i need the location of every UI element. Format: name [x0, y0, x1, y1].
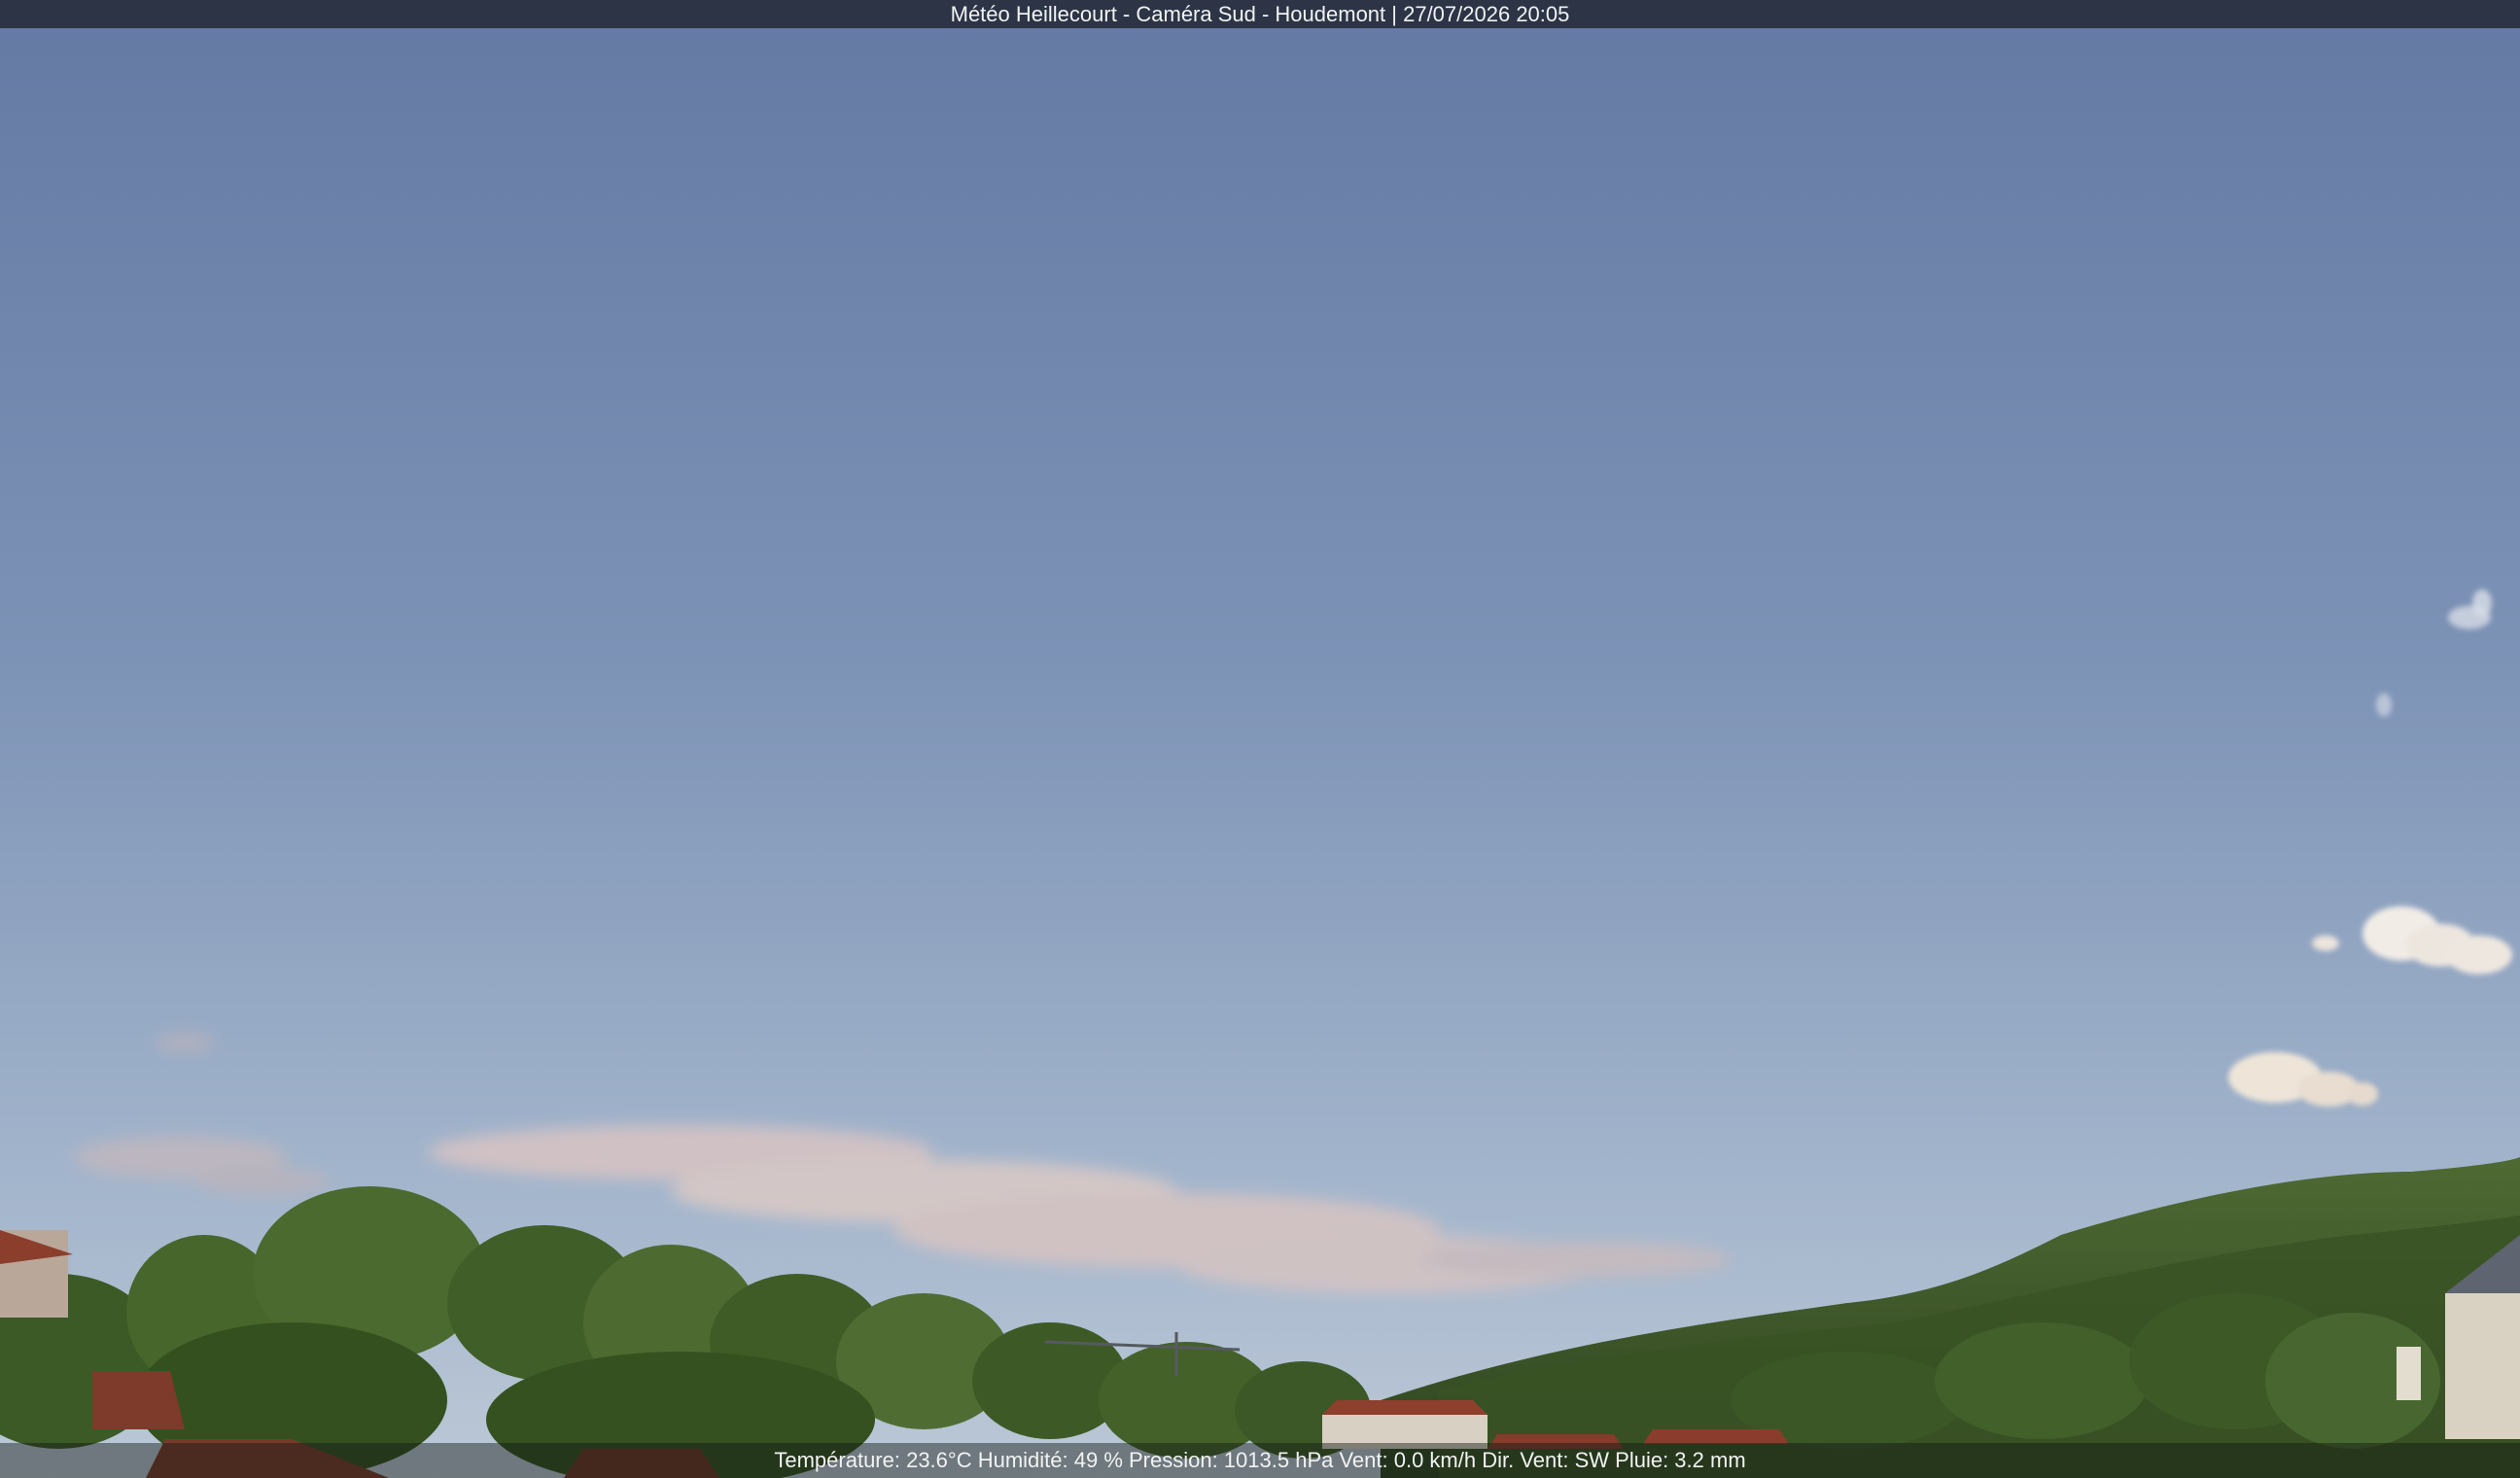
weather-readings-bar: Température: 23.6°C Humidité: 49 % Press… [0, 1443, 2520, 1478]
camera-title: Météo Heillecourt - Caméra Sud - Houdemo… [950, 2, 1570, 26]
camera-title-bar: Météo Heillecourt - Caméra Sud - Houdemo… [0, 0, 2520, 28]
landscape-scene [0, 0, 2520, 1478]
weather-readings: Température: 23.6°C Humidité: 49 % Press… [774, 1448, 1746, 1472]
webcam-image: Météo Heillecourt - Caméra Sud - Houdemo… [0, 0, 2520, 1478]
